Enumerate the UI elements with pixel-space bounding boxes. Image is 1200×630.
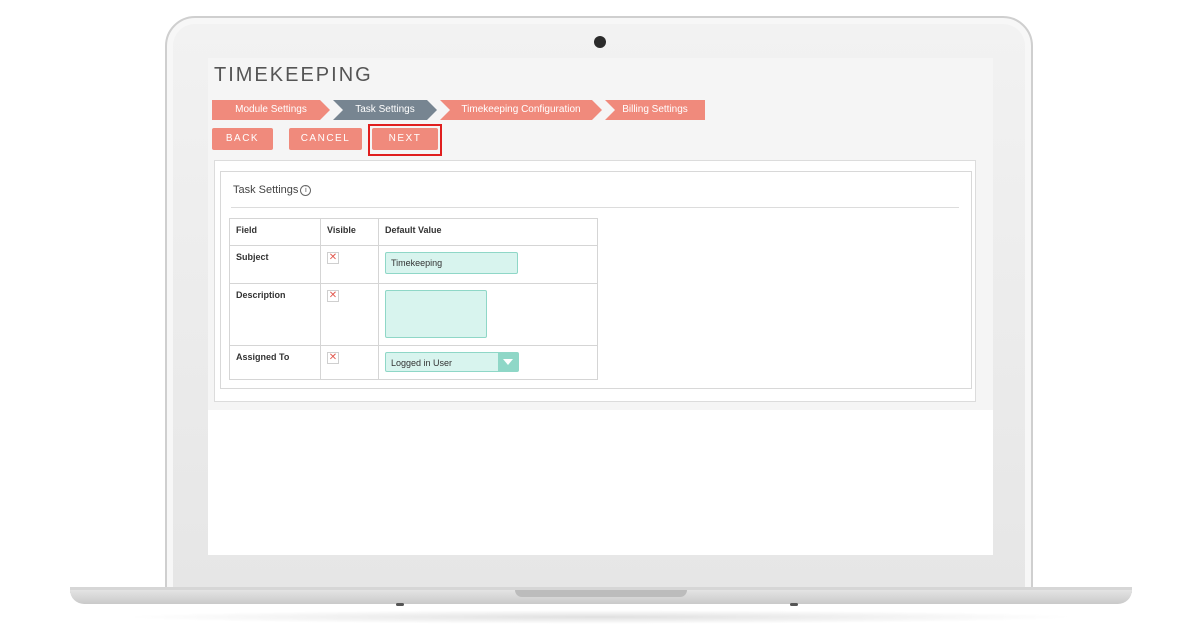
table-row: Description ✕ xyxy=(229,283,598,346)
x-icon[interactable]: ✕ xyxy=(327,252,339,264)
next-button-highlight xyxy=(368,124,442,156)
x-icon[interactable]: ✕ xyxy=(327,290,339,302)
chevron-down-icon xyxy=(503,359,513,365)
dropdown-button[interactable] xyxy=(498,353,518,371)
assigned-to-value: Logged in User xyxy=(391,358,453,368)
visible-cell: ✕ xyxy=(320,245,379,284)
wizard-step-billing-settings[interactable]: Billing Settings xyxy=(605,100,705,120)
wizard-step-module-settings[interactable]: Module Settings xyxy=(212,100,330,120)
field-subject-label: Subject xyxy=(229,245,321,284)
panel-title: Task Settings i xyxy=(233,184,312,196)
cancel-button[interactable]: CANCEL xyxy=(289,128,362,150)
default-value-cell xyxy=(378,283,598,346)
column-header-default-value: Default Value xyxy=(378,218,598,246)
task-settings-inner: Task Settings i Field Visible Default Val… xyxy=(220,171,972,389)
app-area: TIMEKEEPING Module Settings Task Setting… xyxy=(208,58,993,410)
field-description-label: Description xyxy=(229,283,321,346)
field-assigned-to-label: Assigned To xyxy=(229,345,321,380)
table-row: Assigned To ✕ Logged in User xyxy=(229,345,598,380)
laptop-notch xyxy=(515,590,687,597)
default-value-cell: Logged in User xyxy=(378,345,598,380)
table-row: Subject ✕ Timekeeping xyxy=(229,245,598,284)
assigned-to-select[interactable]: Logged in User xyxy=(385,352,519,372)
panel-divider xyxy=(231,207,959,208)
subject-input[interactable]: Timekeeping xyxy=(385,252,518,274)
laptop-shadow xyxy=(120,610,1080,624)
laptop-foot-left xyxy=(396,603,404,606)
laptop-screen: TIMEKEEPING Module Settings Task Setting… xyxy=(208,58,993,555)
visible-cell: ✕ xyxy=(320,345,379,380)
back-button[interactable]: BACK xyxy=(212,128,273,150)
wizard-step-timekeeping-configuration[interactable]: Timekeeping Configuration xyxy=(440,100,602,120)
description-textarea[interactable] xyxy=(385,290,487,338)
column-header-visible: Visible xyxy=(320,218,379,246)
visible-cell: ✕ xyxy=(320,283,379,346)
x-icon[interactable]: ✕ xyxy=(327,352,339,364)
webcam xyxy=(594,36,606,48)
table-header-row: Field Visible Default Value xyxy=(229,218,598,246)
column-header-field: Field xyxy=(229,218,321,246)
laptop-foot-right xyxy=(790,603,798,606)
info-icon[interactable]: i xyxy=(300,184,312,196)
task-settings-panel: Task Settings i Field Visible Default Val… xyxy=(214,160,976,402)
default-value-cell: Timekeeping xyxy=(378,245,598,284)
panel-title-text: Task Settings xyxy=(233,184,299,196)
page-title: TIMEKEEPING xyxy=(214,64,373,86)
fields-table: Field Visible Default Value Subject ✕ Ti… xyxy=(229,218,598,380)
wizard-step-task-settings[interactable]: Task Settings xyxy=(333,100,437,120)
